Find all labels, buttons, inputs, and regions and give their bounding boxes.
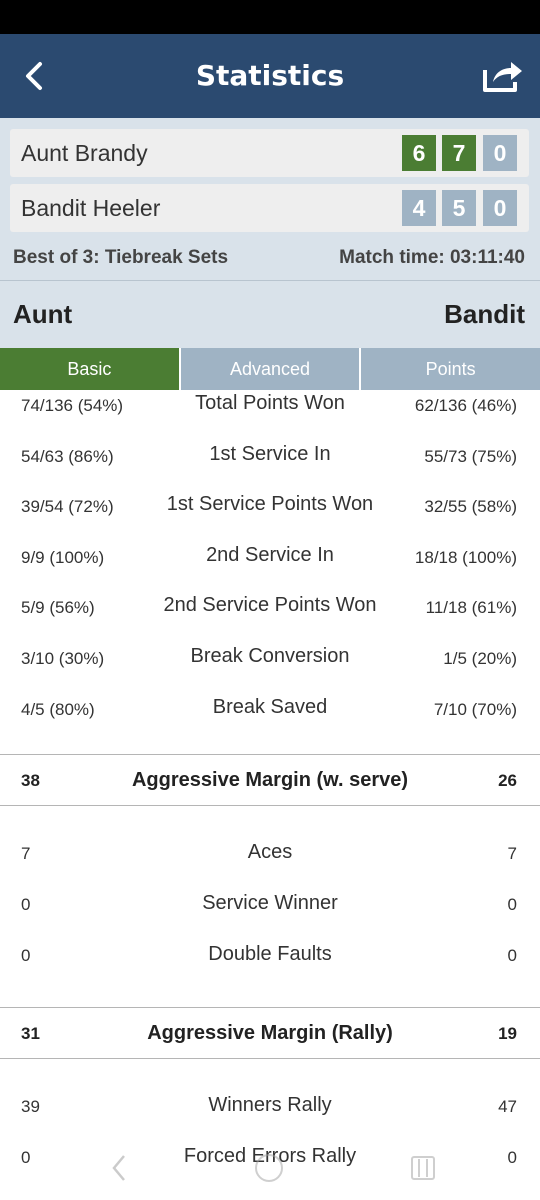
margin-label: Aggressive Margin (Rally): [147, 1022, 393, 1044]
stat-row: 0 Double Faults 0: [0, 932, 540, 983]
stat-row: 54/63 (86%) 1st Service In 55/73 (75%): [0, 439, 540, 490]
stat-right-value: 0: [507, 895, 517, 914]
set-score: 7: [442, 135, 476, 171]
player-name: Aunt Brandy: [21, 140, 148, 166]
stat-label: Forced Errors Rally: [183, 1145, 357, 1167]
right-player-short-name: Bandit: [444, 299, 525, 329]
player-name: Bandit Heeler: [21, 195, 161, 221]
stat-row: 39 Winners Rally 47: [0, 1083, 540, 1134]
player-row-2: Bandit Heeler 4 5 0: [10, 184, 529, 232]
aggressive-margin-rally-row: 31 Aggressive Margin (Rally) 19: [0, 1007, 540, 1059]
stat-row: 9/9 (100%) 2nd Service In 18/18 (100%): [0, 540, 540, 591]
stat-row: 4/5 (80%) Break Saved 7/10 (70%): [0, 692, 540, 743]
serve-stats-list: 7 Aces 7 0 Service Winner 0 0 Double Fau…: [0, 806, 540, 1007]
scoreboard: Aunt Brandy 6 7 0 Bandit Heeler 4 5 0 Be…: [0, 118, 540, 280]
stat-row: 39/54 (72%) 1st Service Points Won 32/55…: [0, 489, 540, 540]
stat-row: 0 Service Winner 0: [0, 881, 540, 932]
set-score: 0: [483, 190, 517, 226]
player-names-bar: Aunt Bandit: [0, 280, 540, 348]
left-player-short-name: Aunt: [13, 299, 73, 329]
stat-row: 74/136 (54%) Total Points Won 62/136 (46…: [0, 388, 540, 439]
stat-row: 5/9 (56%) 2nd Service Points Won 11/18 (…: [0, 590, 540, 641]
margin-label: Aggressive Margin (w. serve): [131, 769, 409, 791]
tab-advanced[interactable]: Advanced: [178, 348, 360, 390]
margin-right-value: 19: [498, 1024, 517, 1043]
stat-label: Double Faults: [208, 943, 332, 965]
stat-right-value: 0: [507, 946, 517, 965]
player-row-1: Aunt Brandy 6 7 0: [10, 129, 529, 177]
match-format: Best of 3: Tiebreak Sets: [13, 247, 229, 268]
set-score: 6: [402, 135, 436, 171]
stat-right-value: 62/136 (46%): [414, 396, 517, 415]
stat-label: Service Winner: [202, 892, 338, 914]
page-title: Statistics: [195, 59, 345, 92]
stat-label: Winners Rally: [208, 1094, 332, 1116]
stat-row: 0 Forced Errors Rally 0: [0, 1134, 540, 1185]
stat-right-value: 11/18 (61%): [425, 598, 517, 618]
set-score: 0: [483, 135, 517, 171]
aggressive-margin-serve-row: 38 Aggressive Margin (w. serve) 26: [0, 754, 540, 806]
set-score: 4: [402, 190, 436, 226]
share-button[interactable]: [480, 54, 526, 96]
basic-stats-list: 74/136 (54%) Total Points Won 62/136 (46…: [0, 388, 540, 754]
stat-right-value: 18/18 (100%): [414, 547, 517, 567]
stat-right-value: 0: [507, 1148, 517, 1167]
stats-tabs: Basic Advanced Points: [0, 348, 540, 390]
rally-stats-list: 39 Winners Rally 47 0 Forced Errors Rall…: [0, 1059, 540, 1185]
stat-right-value: 7: [507, 844, 517, 863]
stat-row: 3/10 (30%) Break Conversion 1/5 (20%): [0, 641, 540, 692]
status-bar: [0, 0, 540, 34]
stat-right-value: 55/73 (75%): [424, 446, 517, 466]
margin-right-value: 26: [498, 771, 517, 790]
tab-basic[interactable]: Basic: [0, 348, 179, 390]
tab-points[interactable]: Points: [359, 348, 540, 390]
match-time: Match time: 03:11:40: [339, 247, 525, 268]
stat-right-value: 7/10 (70%): [433, 699, 517, 719]
stat-right-value: 1/5 (20%): [443, 648, 517, 668]
stat-row: 7 Aces 7: [0, 830, 540, 881]
stat-label: Aces: [247, 841, 293, 863]
share-icon: [483, 62, 522, 92]
stat-right-value: 47: [498, 1097, 517, 1116]
stat-right-value: 32/55 (58%): [424, 497, 517, 517]
set-score: 5: [442, 190, 476, 226]
app-bar: Statistics: [0, 34, 540, 118]
